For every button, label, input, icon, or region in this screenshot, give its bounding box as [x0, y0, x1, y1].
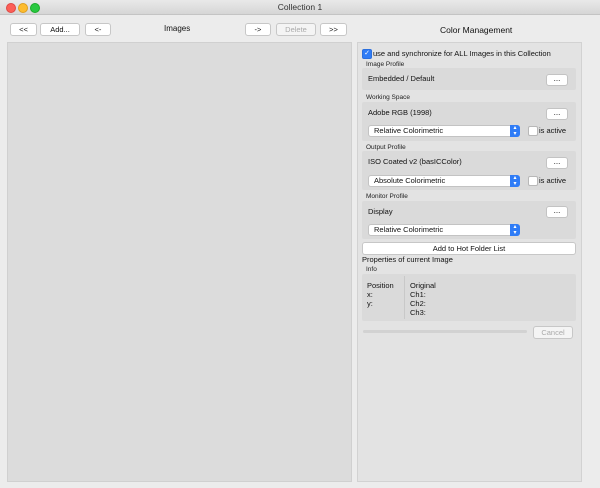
color-management-title: Color Management: [440, 25, 513, 35]
working-space-browse-button[interactable]: ...: [546, 108, 568, 120]
output-profile-browse-button[interactable]: ...: [546, 157, 568, 169]
sync-all-images-label: use and synchronize for ALL Images in th…: [373, 49, 551, 58]
select-arrows-icon: ▴ ▾: [510, 224, 520, 236]
output-profile-value: ISO Coated v2 (basICColor): [368, 157, 462, 166]
y-label: y:: [367, 299, 373, 308]
image-profile-browse-button[interactable]: ...: [546, 74, 568, 86]
first-image-button[interactable]: <<: [10, 23, 37, 36]
info-divider: [404, 276, 405, 319]
original-label: Original: [410, 281, 436, 290]
image-profile-section-label: Image Profile: [366, 61, 405, 68]
monitor-profile-value: Display: [368, 207, 393, 216]
output-profile-section-label: Output Profile: [366, 144, 406, 151]
info-section-label: Info: [366, 266, 377, 273]
working-space-intent-value: Relative Colorimetric: [374, 126, 444, 135]
monitor-profile-intent-select[interactable]: Relative Colorimetric ▴ ▾: [368, 224, 520, 236]
ch3-label: Ch3:: [410, 308, 426, 317]
window-title: Collection 1: [277, 2, 323, 12]
next-image-button[interactable]: ->: [245, 23, 271, 36]
select-arrows-icon: ▴ ▾: [510, 175, 520, 187]
monitor-profile-section-label: Monitor Profile: [366, 193, 408, 200]
add-to-hot-folder-button[interactable]: Add to Hot Folder List: [362, 242, 576, 255]
monitor-profile-browse-button[interactable]: ...: [546, 206, 568, 218]
working-space-active-label: is active: [539, 126, 567, 135]
title-bar: Collection 1: [0, 0, 600, 15]
position-label: Position: [367, 281, 394, 290]
image-profile-value: Embedded / Default: [368, 74, 435, 83]
output-profile-active-label: is active: [539, 176, 567, 185]
progress-bar: [363, 330, 527, 333]
properties-title: Properties of current Image: [362, 255, 453, 264]
output-profile-active-checkbox[interactable]: [528, 176, 538, 186]
image-view-area[interactable]: [7, 42, 352, 482]
info-group: [362, 274, 576, 321]
checkmark-icon: ✓: [364, 50, 370, 57]
images-title: Images: [164, 24, 191, 33]
x-label: x:: [367, 290, 373, 299]
sync-all-images-checkbox[interactable]: ✓: [362, 49, 372, 59]
previous-image-button[interactable]: <-: [85, 23, 111, 36]
working-space-value: Adobe RGB (1998): [368, 108, 432, 117]
delete-image-button[interactable]: Delete: [276, 23, 316, 36]
ch1-label: Ch1:: [410, 290, 426, 299]
working-space-section-label: Working Space: [366, 94, 410, 101]
add-image-button[interactable]: Add...: [40, 23, 80, 36]
monitor-profile-intent-value: Relative Colorimetric: [374, 225, 444, 234]
output-profile-intent-value: Absolute Colorimetric: [374, 176, 446, 185]
working-space-intent-select[interactable]: Relative Colorimetric ▴ ▾: [368, 125, 520, 137]
output-profile-intent-select[interactable]: Absolute Colorimetric ▴ ▾: [368, 175, 520, 187]
select-arrows-icon: ▴ ▾: [510, 125, 520, 137]
last-image-button[interactable]: >>: [320, 23, 347, 36]
ch2-label: Ch2:: [410, 299, 426, 308]
app-window: Collection 1 << Add... <- Images -> Dele…: [0, 0, 600, 488]
cancel-button[interactable]: Cancel: [533, 326, 573, 339]
working-space-active-checkbox[interactable]: [528, 126, 538, 136]
